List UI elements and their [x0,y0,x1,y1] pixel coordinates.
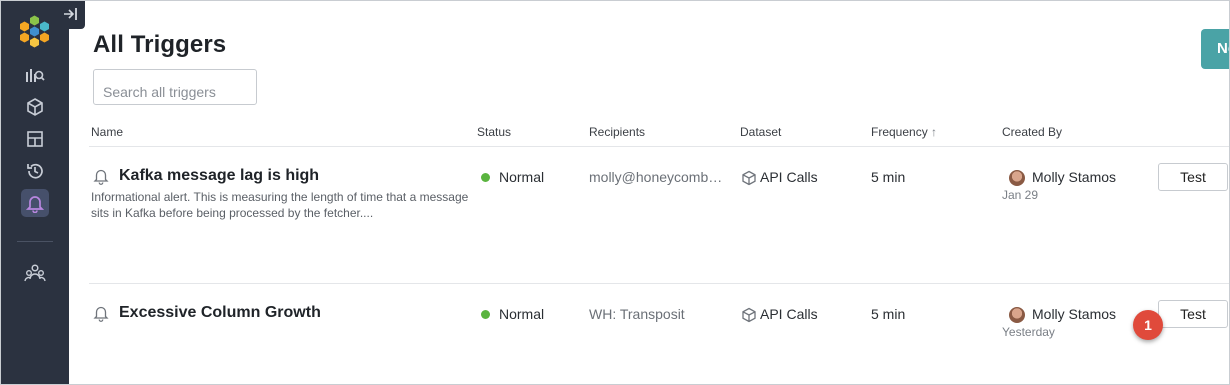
bell-icon [93,306,109,322]
honeycomb-logo[interactable] [11,15,61,51]
frequency-text: 5 min [871,169,906,185]
recipients-text: molly@honeycomb… [589,169,723,185]
nav-datasets[interactable] [21,93,49,121]
app-window: All Triggers Ne Name Status Recipients D… [0,0,1230,385]
column-header-created-by[interactable]: Created By [1002,125,1062,139]
test-button[interactable]: Test [1158,163,1228,191]
nav-team[interactable] [21,259,49,287]
team-icon [24,264,46,282]
nav-triggers[interactable] [21,189,49,217]
avatar [1009,170,1025,186]
avatar [1009,307,1025,323]
board-icon [27,131,43,147]
dataset-link[interactable]: API Calls [760,306,818,322]
sidebar [1,1,85,384]
sidebar-divider [17,241,53,242]
dataset-icon [742,170,756,186]
dataset-icon [27,98,43,116]
created-date: Yesterday [1002,325,1055,339]
column-header-name[interactable]: Name [91,125,123,139]
creator-name: Molly Stamos [1032,169,1117,185]
trigger-name-link[interactable]: Excessive Column Growth [119,304,321,322]
frequency-text: 5 min [871,306,906,322]
nav-boards[interactable] [21,125,49,153]
status-text: Normal [499,169,545,185]
dataset-link[interactable]: API Calls [760,169,818,185]
main-content: All Triggers Ne Name Status Recipients D… [69,1,1229,384]
column-header-frequency[interactable]: Frequency ↑ [871,125,937,139]
new-trigger-button[interactable]: Ne [1201,29,1229,69]
column-header-dataset[interactable]: Dataset [740,125,781,139]
recipients-text: WH: Transposit [589,306,685,322]
nav-query[interactable] [21,61,49,89]
test-button[interactable]: Test [1158,300,1228,328]
annotation-badge: 1 [1133,310,1163,340]
history-icon [27,163,43,179]
dataset-icon [742,307,756,323]
status-indicator [481,310,490,319]
header-divider [89,146,1229,147]
creator-name: Molly Stamos [1032,306,1117,322]
row-divider [89,283,1229,284]
status-indicator [481,173,490,182]
triggers-bell-icon [26,196,44,213]
status-text: Normal [499,306,545,322]
sort-ascending-icon: ↑ [931,125,938,139]
nav-history[interactable] [21,157,49,185]
column-header-status[interactable]: Status [477,125,511,139]
column-header-recipients[interactable]: Recipients [589,125,645,139]
trigger-name-link[interactable]: Kafka message lag is high [119,167,319,185]
page-title: All Triggers [93,31,227,58]
search-input[interactable] [93,69,257,105]
trigger-description: Informational alert. This is measuring t… [91,190,469,220]
frequency-header-label: Frequency [871,125,928,139]
query-icon [26,69,45,82]
created-date: Jan 29 [1002,188,1039,202]
bell-icon [93,169,109,185]
